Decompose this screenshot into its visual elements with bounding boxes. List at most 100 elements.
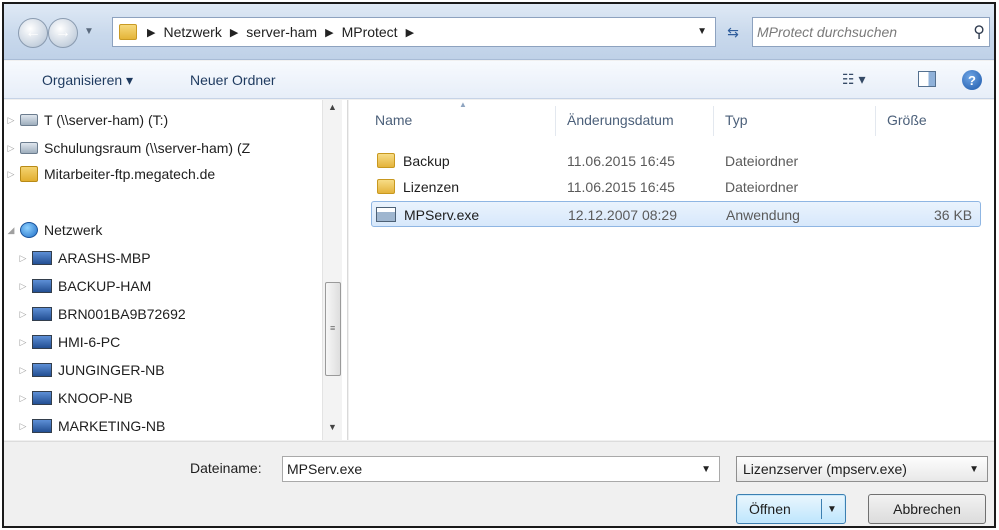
computer-icon <box>32 307 52 321</box>
filename-combobox[interactable]: ▼ <box>282 456 720 482</box>
column-header-name[interactable]: Name <box>375 112 412 128</box>
help-icon[interactable]: ? <box>962 70 982 90</box>
folder-icon <box>119 24 137 40</box>
expand-arrow-icon[interactable]: ▷ <box>16 337 30 348</box>
computer-icon <box>32 251 52 265</box>
file-list: Name ▲ Änderungsdatum Typ Größe Backup 1… <box>349 100 994 440</box>
nav-item-label: BRN001BA9B72692 <box>58 306 186 322</box>
search-icon[interactable]: ⚲ <box>973 22 985 42</box>
open-button[interactable]: Öffnen ▼ <box>736 494 846 524</box>
address-bar[interactable]: ▶ Netzwerk ▶ server-ham ▶ MProtect ▶ ▼ <box>112 17 716 47</box>
nav-item-label: T (\\server-ham) (T:) <box>44 112 169 128</box>
file-type: Dateiordner <box>725 153 799 169</box>
file-name: MPServ.exe <box>404 207 480 223</box>
breadcrumb-server-ham[interactable]: server-ham <box>246 24 317 40</box>
breadcrumb-netzwerk[interactable]: Netzwerk <box>163 24 221 40</box>
filename-input[interactable] <box>283 458 683 480</box>
split-divider <box>821 499 822 519</box>
filename-label: Dateiname: <box>190 460 262 476</box>
scrollbar-thumb[interactable]: ≡ <box>325 282 341 376</box>
column-divider[interactable] <box>713 106 714 136</box>
nav-item-computer[interactable]: ▷ BRN001BA9B72692 <box>16 302 186 326</box>
nav-item-computer[interactable]: ▷ ARASHS-MBP <box>16 246 151 270</box>
filename-dropdown-icon[interactable]: ▼ <box>701 464 711 475</box>
file-date: 12.12.2007 08:29 <box>568 207 677 223</box>
file-type: Dateiordner <box>725 179 799 195</box>
cancel-button[interactable]: Abbrechen <box>868 494 986 524</box>
nav-item-label: JUNGINGER-NB <box>58 362 165 378</box>
forward-button[interactable]: → <box>48 18 78 48</box>
computer-icon <box>32 279 52 293</box>
expand-arrow-icon[interactable]: ▷ <box>16 309 30 320</box>
back-arrow-icon: ← <box>25 24 41 41</box>
column-divider[interactable] <box>555 106 556 136</box>
ftp-location-icon <box>20 166 38 182</box>
nav-item-computer[interactable]: ▷ HMI-6-PC <box>16 330 121 354</box>
scroll-down-arrow-icon[interactable]: ▼ <box>323 422 342 438</box>
file-date: 11.06.2015 16:45 <box>567 153 675 169</box>
collapse-arrow-icon[interactable]: ◢ <box>4 225 18 236</box>
nav-item-computer[interactable]: ▷ KNOOP-NB <box>16 386 133 410</box>
nav-item-label: ARASHS-MBP <box>58 250 151 266</box>
nav-item-label: Mitarbeiter-ftp.megatech.de <box>44 166 216 182</box>
nav-item-computer[interactable]: ▷ JUNGINGER-NB <box>16 358 165 382</box>
nav-item-drive-z[interactable]: ▷ Schulungsraum (\\server-ham) (Z <box>4 136 251 160</box>
scroll-up-arrow-icon[interactable]: ▲ <box>323 102 342 118</box>
file-row-backup[interactable]: Backup 11.06.2015 16:45 Dateiordner <box>371 148 981 174</box>
new-folder-button[interactable]: Neuer Ordner <box>190 72 276 88</box>
folder-icon <box>377 179 395 194</box>
navigation-scrollbar[interactable]: ▲ ≡ ▼ <box>322 100 342 440</box>
address-dropdown-icon[interactable]: ▼ <box>697 26 707 37</box>
computer-icon <box>32 391 52 405</box>
breadcrumb-mprotect[interactable]: MProtect <box>342 24 398 40</box>
expand-arrow-icon[interactable]: ▷ <box>4 115 18 126</box>
search-box[interactable]: ⚲ <box>752 17 990 47</box>
nav-item-drive-t[interactable]: ▷ T (\\server-ham) (T:) <box>4 108 169 132</box>
filter-dropdown-icon[interactable]: ▼ <box>969 464 979 475</box>
nav-item-label: BACKUP-HAM <box>58 278 152 294</box>
file-size: 36 KB <box>934 207 973 223</box>
search-input[interactable] <box>753 19 953 45</box>
forward-arrow-icon: → <box>55 24 71 41</box>
computer-icon <box>32 419 52 433</box>
expand-arrow-icon[interactable]: ▷ <box>4 169 18 180</box>
file-row-lizenzen[interactable]: Lizenzen 11.06.2015 16:45 Dateiordner <box>371 174 981 200</box>
back-button[interactable]: ← <box>18 18 48 48</box>
recent-pages-dropdown[interactable]: ▼ <box>84 26 94 37</box>
refresh-button[interactable]: ⇆ <box>718 17 748 47</box>
nav-item-ftp[interactable]: ▷ Mitarbeiter-ftp.megatech.de <box>4 162 215 186</box>
column-header-type[interactable]: Typ <box>725 112 748 128</box>
nav-item-computer[interactable]: ▷ MARKETING-NB <box>16 414 166 438</box>
nav-item-label: MARKETING-NB <box>58 418 166 434</box>
breadcrumb-separator-icon[interactable]: ▶ <box>147 26 155 39</box>
breadcrumb-separator-icon[interactable]: ▶ <box>325 26 333 39</box>
expand-arrow-icon[interactable]: ▷ <box>16 253 30 264</box>
organize-menu-button[interactable]: Organisieren ▾ <box>42 72 133 89</box>
file-row-mpserv[interactable]: MPServ.exe 12.12.2007 08:29 Anwendung 36… <box>371 201 981 227</box>
preview-pane-icon[interactable] <box>918 71 936 87</box>
column-divider[interactable] <box>875 106 876 136</box>
view-options-icon[interactable]: ☷ ▾ <box>842 71 865 88</box>
file-name: Backup <box>403 153 450 169</box>
breadcrumb-separator-icon[interactable]: ▶ <box>406 26 414 39</box>
nav-item-computer[interactable]: ▷ BACKUP-HAM <box>16 274 152 298</box>
dialog-footer: Dateiname: ▼ Lizenzserver (mpserv.exe) ▼… <box>4 441 994 526</box>
file-type-filter-value: Lizenzserver (mpserv.exe) <box>743 461 907 477</box>
open-options-arrow-icon[interactable]: ▼ <box>827 504 837 515</box>
nav-item-netzwerk[interactable]: ◢ Netzwerk <box>4 218 102 242</box>
column-header-size[interactable]: Größe <box>887 112 927 128</box>
nav-item-label: Netzwerk <box>44 222 103 238</box>
expand-arrow-icon[interactable]: ▷ <box>4 143 18 154</box>
file-type-filter-select[interactable]: Lizenzserver (mpserv.exe) ▼ <box>736 456 988 482</box>
network-drive-icon <box>20 114 38 126</box>
expand-arrow-icon[interactable]: ▷ <box>16 393 30 404</box>
file-open-dialog: ← → ▼ ▶ Netzwerk ▶ server-ham ▶ MProtect… <box>2 2 996 528</box>
column-header-date[interactable]: Änderungsdatum <box>567 112 674 128</box>
computer-icon <box>32 335 52 349</box>
expand-arrow-icon[interactable]: ▷ <box>16 281 30 292</box>
breadcrumb-separator-icon[interactable]: ▶ <box>230 26 238 39</box>
expand-arrow-icon[interactable]: ▷ <box>16 365 30 376</box>
expand-arrow-icon[interactable]: ▷ <box>16 421 30 432</box>
application-icon <box>376 207 396 222</box>
computer-icon <box>32 363 52 377</box>
